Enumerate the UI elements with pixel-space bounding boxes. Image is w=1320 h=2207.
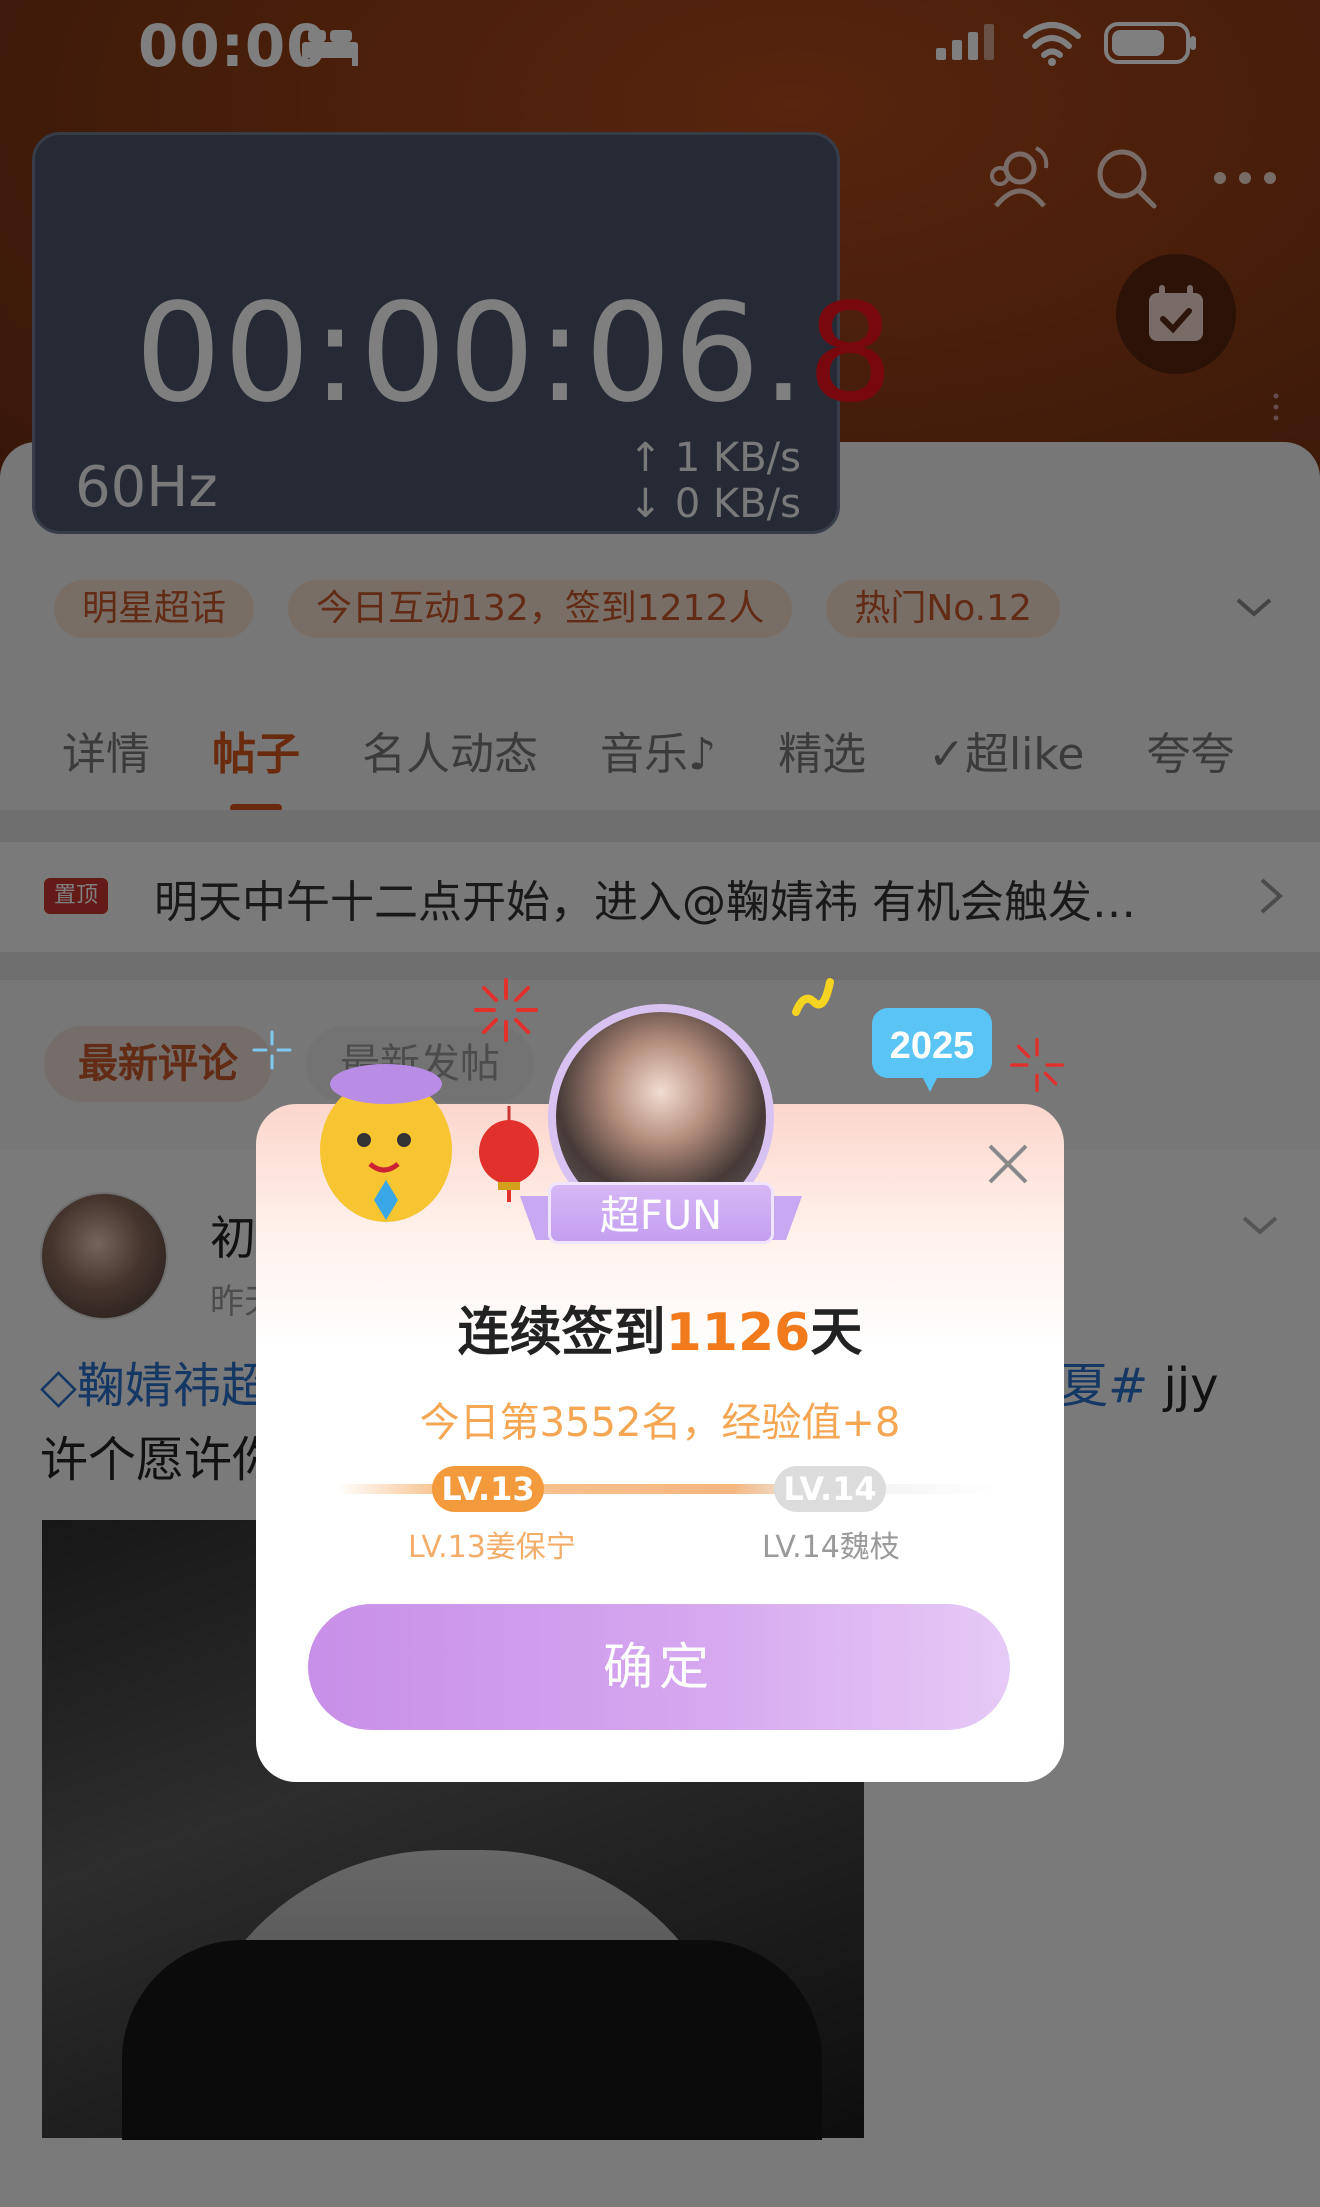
streak-days: 1126 <box>665 1303 811 1363</box>
mascot-icon <box>320 1064 452 1222</box>
close-icon[interactable] <box>978 1134 1038 1194</box>
level-current-badge: LV.13 <box>432 1466 544 1512</box>
confetti-icon <box>792 978 834 1016</box>
lantern-icon <box>479 1106 539 1202</box>
year-badge-icon: 2025 <box>872 1008 992 1092</box>
year-badge-text: 2025 <box>890 1025 975 1067</box>
sparkle-icon <box>252 1030 292 1070</box>
streak-title: 连续签到1126天 <box>256 1290 1064 1365</box>
super-fun-badge: 超FUN <box>548 1182 774 1244</box>
rank-experience: 今日第3552名，经验值+8 <box>419 1400 901 1446</box>
level-next-label: LV.14魏枝 <box>762 1530 900 1565</box>
firework-icon <box>474 978 538 1042</box>
streak-title-prefix: 连续签到 <box>457 1303 666 1363</box>
streak-title-suffix: 天 <box>810 1303 863 1363</box>
level-next-badge: LV.14 <box>774 1466 886 1512</box>
confirm-button[interactable]: 确定 <box>308 1604 1010 1730</box>
firework-icon <box>1010 1038 1064 1092</box>
level-current-label: LV.13姜保宁 <box>408 1530 576 1565</box>
